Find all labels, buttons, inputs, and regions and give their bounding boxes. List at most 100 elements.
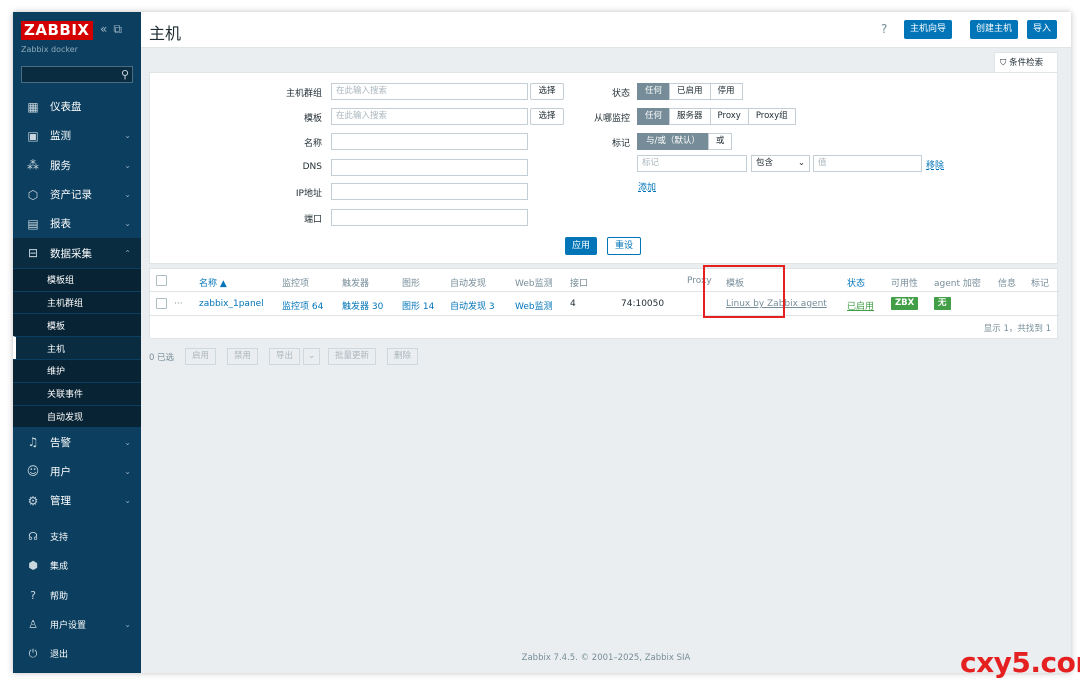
chevron-down-icon: ⌄ [124,496,131,506]
export-dropdown-button[interactable]: ⌄ [303,348,321,365]
submenu-item-templates[interactable]: 模板 [13,313,141,336]
header-divider [150,291,1059,292]
chevron-down-icon: ⌄ [124,620,131,630]
status-toggle[interactable]: 已启用 [847,299,874,312]
bell-icon: ♫ [27,435,39,449]
reports-icon: ▤ [27,216,39,231]
menu-item-integrations[interactable]: ⬢ 集成 [13,551,141,580]
menu-item-help[interactable]: ? 帮助 [13,581,141,610]
discovery-link[interactable]: 自动发现 3 [450,299,495,312]
port-label: 端口 [303,215,322,225]
chevron-down-icon: ⌄ [124,466,131,476]
search-icon[interactable]: ⚲ [121,68,129,81]
status-label: 状态 [611,89,630,99]
menu-label: 仪表盘 [50,101,82,114]
reset-button[interactable]: 重设 [607,237,642,255]
menu-item-support[interactable]: ☊ 支持 [13,522,141,551]
sidebar-search-input[interactable]: ⚲ [21,66,133,83]
monitored-by-option-server[interactable]: 服务器 [669,108,711,125]
graphs-link[interactable]: 图形 14 [402,299,434,312]
tag-value-input[interactable]: 值 [813,155,922,172]
name-input[interactable] [331,133,528,150]
remove-tag-link[interactable]: 移除 [926,158,944,171]
port-input[interactable] [331,209,528,226]
menu-item-administration[interactable]: ⚙ 管理 ⌄ [13,486,141,515]
col-triggers: 触发器 [342,279,370,289]
submenu-item-hosts[interactable]: 主机 [13,336,141,359]
tags-option-and-or[interactable]: 与/或（默认） [637,133,709,150]
interface-prefix: 4 [570,299,576,309]
host-wizard-button[interactable]: 主机向导 [904,20,953,39]
status-option-any[interactable]: 任何 [637,83,671,100]
col-status[interactable]: 状态 [847,276,865,289]
integrations-icon: ⬢ [28,559,38,573]
ip-input[interactable] [331,183,528,200]
submenu-item-event-correlation[interactable]: 关联事件 [13,381,141,405]
disable-button[interactable]: 禁用 [227,348,259,365]
delete-button[interactable]: 删除 [387,348,419,365]
tag-operator-select[interactable]: 包含 ⌄ [751,155,810,172]
menu-label: 资产记录 [50,189,92,202]
submenu-item-discovery[interactable]: 自动发现 [13,404,141,428]
data-collection-icon: ⊟ [27,246,39,261]
host-name-link[interactable]: zabbix_1panel [199,299,264,309]
zabbix-logo[interactable]: ZABBIX [21,21,93,40]
host-groups-input[interactable]: 在此输入搜索 [331,83,528,100]
select-all-checkbox[interactable] [156,275,167,286]
kiosk-mode-icon[interactable]: ⧉ [113,22,122,36]
menu-item-services[interactable]: ⁂ 服务 ⌄ [13,151,141,180]
menu-item-alerts[interactable]: ♫ 告警 ⌄ [13,427,141,456]
filter-panel: 主机群组 在此输入搜索 选择 模板 在此输入搜索 选择 名称 DNS IP地址 … [149,72,1058,264]
tag-name-input[interactable]: 标记 [637,155,747,172]
templates-select-button[interactable]: 选择 [530,108,564,125]
menu-item-user-settings[interactable]: ♙ 用户设置 ⌄ [13,610,141,639]
items-link[interactable]: 监控项 64 [282,299,323,312]
export-button[interactable]: 导出 [269,348,301,365]
status-segmented-control: 任何 已启用 停用 [637,83,743,100]
submenu-item-maintenance[interactable]: 维护 [13,358,141,382]
app-window: ZABBIX «⧉ Zabbix docker ⚲ ▦ 仪表盘 ▣ 监测 ⌄ ⁂… [13,12,1071,673]
inventory-icon: ⬡ [27,187,39,202]
row-actions-icon[interactable]: ··· [174,299,183,309]
dns-input[interactable] [331,159,528,176]
collapse-sidebar-icon[interactable]: « [100,22,107,36]
status-option-disabled[interactable]: 停用 [709,83,743,100]
menu-item-monitoring[interactable]: ▣ 监测 ⌄ [13,121,141,150]
menu-item-data-collection[interactable]: ⊟ 数据采集 ⌃ [13,238,141,268]
filter-tab[interactable]: ⛉ 条件检索 [994,52,1058,72]
menu-item-dashboard[interactable]: ▦ 仪表盘 [13,92,141,121]
col-availability: 可用性 [891,279,919,289]
tags-option-or[interactable]: 或 [707,133,733,150]
col-agent-encryption: agent 加密 [934,279,981,289]
help-icon[interactable]: ? [881,22,887,36]
col-name[interactable]: 名称 ▲ [199,276,227,289]
menu-label: 集成 [50,562,69,573]
templates-input[interactable]: 在此输入搜索 [331,108,528,125]
import-button[interactable]: 导入 [1027,20,1058,39]
menu-label: 服务 [50,159,71,172]
submenu-item-template-groups[interactable]: 模板组 [13,267,141,291]
mass-update-button[interactable]: 批量更新 [328,348,377,365]
chevron-down-icon: ⌄ [797,158,805,168]
apply-button[interactable]: 应用 [565,237,598,255]
enable-button[interactable]: 启用 [185,348,217,365]
encryption-badge: 无 [934,297,951,310]
monitored-by-option-proxy[interactable]: Proxy [709,108,749,125]
host-groups-select-button[interactable]: 选择 [530,83,564,100]
menu-item-users[interactable]: ☺ 用户 ⌄ [13,457,141,486]
menu-item-reports[interactable]: ▤ 报表 ⌄ [13,209,141,238]
dns-label: DNS [302,162,322,172]
menu-item-inventory[interactable]: ⬡ 资产记录 ⌄ [13,180,141,209]
create-host-button[interactable]: 创建主机 [970,20,1019,39]
status-option-enabled[interactable]: 已启用 [669,83,711,100]
main-menu: ▦ 仪表盘 ▣ 监测 ⌄ ⁂ 服务 ⌄ ⬡ 资产记录 ⌄ ▤ 报表 ⌄ ⊟ 数据… [13,92,141,515]
monitored-by-option-proxy-group[interactable]: Proxy组 [747,108,796,125]
chevron-down-icon: ⌄ [124,190,131,200]
web-link[interactable]: Web监测 [515,299,553,312]
add-tag-link[interactable]: 添加 [638,180,656,193]
row-checkbox[interactable] [156,298,167,309]
bottom-menu: ☊ 支持 ⬢ 集成 ? 帮助 ♙ 用户设置 ⌄ ⏻ 退出 [13,522,141,668]
submenu-item-host-groups[interactable]: 主机群组 [13,290,141,314]
monitored-by-option-any[interactable]: 任何 [637,108,671,125]
triggers-link[interactable]: 触发器 30 [342,299,383,312]
